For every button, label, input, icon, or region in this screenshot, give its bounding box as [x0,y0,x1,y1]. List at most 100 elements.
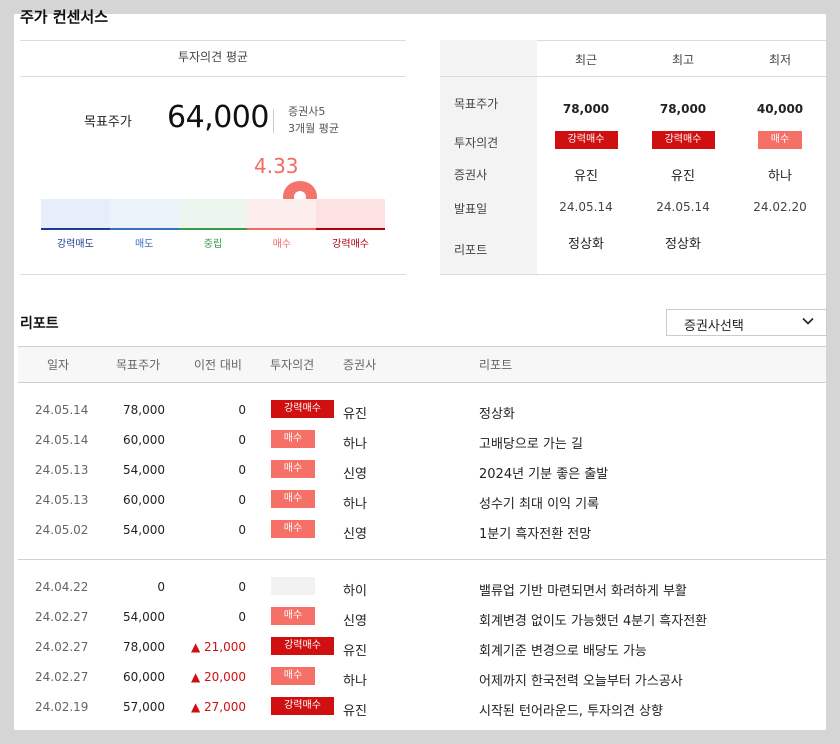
col-header-target: 목표주가 [116,358,161,372]
report-opinion: 매수 [271,667,315,685]
reports-title: 리포트 [20,316,59,332]
scale-label: 중립 [203,239,223,250]
report-row[interactable]: 24.05.14 60,000 0 매수 하나 고배당으로 가는 길 [18,426,826,456]
report-date: 24.05.14 [35,403,89,417]
broker-select[interactable]: 증권사선택 [666,309,827,336]
report-diff: 0 [238,523,246,537]
report-firm: 유진 [343,704,367,719]
report-title-link[interactable]: 회계변경 없이도 가능했던 4분기 흑자전환 [479,610,707,629]
col-header-firm: 증권사 [343,358,377,372]
opinion-badge: 매수 [271,520,315,538]
report-title-link[interactable]: 1분기 흑자전환 전망 [479,523,591,542]
report-target-price: 57,000 [123,700,165,714]
report-date: 24.05.13 [35,463,89,477]
report-target-price: 60,000 [123,493,165,507]
recent-firm: 하나 [768,169,792,184]
report-diff: ▲ 27,000 [190,700,246,714]
report-opinion: 강력매수 [271,697,334,715]
scale-label: 강력매도 [56,239,94,250]
report-date: 24.05.13 [35,493,89,507]
report-row[interactable]: 24.02.19 57,000 ▲ 27,000 강력매수 유진 시작된 턴어라운드, 투… [18,693,826,723]
report-firm: 하이 [343,584,367,599]
report-row[interactable]: 24.05.14 78,000 0 강력매수 유진 정상화 [18,396,826,426]
report-row[interactable]: 24.05.02 54,000 0 매수 신영 1분기 흑자전환 전망 [18,516,826,546]
recent-col-latest: 최근 [574,53,598,67]
recent-opinion-cell: 강력매수 [546,131,626,149]
report-opinion: 매수 [271,520,315,538]
recent-date: 24.05.14 [656,200,710,214]
report-diff: 0 [238,433,246,447]
opinion-score: 4.33 [254,154,299,178]
recent-opinion-cell: 매수 [740,131,820,149]
report-opinion: 매수 [271,607,315,625]
scale-segment [178,199,248,230]
report-title-link[interactable]: 밸류업 기반 마련되면서 화려하게 부활 [479,580,687,599]
recent-firm: 유진 [574,169,598,184]
opinion-badge: 매수 [271,490,315,508]
recent-label-date: 발표일 [454,202,488,216]
divider [18,346,826,347]
opinion-badge: 매수 [271,460,315,478]
recent-date: 24.02.20 [753,200,807,214]
recent-label-target: 목표주가 [454,97,499,111]
average-period: 3개월 평균 [288,122,339,135]
report-diff: 0 [238,463,246,477]
report-firm: 하나 [343,437,367,452]
scale-label: 강력매수 [332,239,369,250]
opinion-badge: 강력매수 [271,637,334,655]
recent-date: 24.05.14 [559,200,613,214]
report-target-price: 0 [157,580,165,594]
report-diff: ▲ 21,000 [190,640,246,654]
report-target-price: 54,000 [123,463,165,477]
chevron-down-icon [801,314,815,332]
col-header-report: 리포트 [479,358,513,372]
recent-report-link[interactable]: 정상화 [643,233,723,252]
recent-price: 40,000 [756,102,804,116]
report-row[interactable]: 24.02.27 60,000 ▲ 20,000 매수 하나 어제까지 한국전력 오늘부터… [18,663,826,693]
scale-segment [41,199,110,230]
recent-price: 78,000 [562,102,610,116]
opinion-average-heading: 투자의견 평균 [177,50,249,64]
scale-segment [247,199,317,230]
divider [20,274,406,275]
report-target-price: 60,000 [123,433,165,447]
recent-report-link[interactable]: 정상화 [546,233,626,252]
report-row[interactable]: 24.05.13 54,000 0 매수 신영 2024년 기분 좋은 출발 [18,456,826,486]
report-title-link[interactable]: 어제까지 한국전력 오늘부터 가스공사 [479,670,683,689]
opinion-badge-empty [271,577,315,595]
report-title-link[interactable]: 시작된 턴어라운드, 투자의견 상향 [479,700,663,719]
group-divider [18,559,826,560]
target-price-value: 64,000 [167,100,269,135]
report-target-price: 54,000 [123,610,165,624]
report-firm: 하나 [343,497,367,512]
divider [20,76,406,77]
report-date: 24.02.27 [35,610,89,624]
report-title-link[interactable]: 성수기 최대 이익 기록 [479,493,599,512]
recent-firm: 유진 [671,169,695,184]
opinion-badge: 매수 [271,607,315,625]
report-row[interactable]: 24.02.27 54,000 0 매수 신영 회계변경 없이도 가능했던 4분기 흑자전… [18,603,826,633]
report-date: 24.02.19 [35,700,89,714]
report-target-price: 60,000 [123,670,165,684]
report-date: 24.05.02 [35,523,89,537]
report-title-link[interactable]: 고배당으로 가는 길 [479,433,583,452]
report-diff: 0 [238,403,246,417]
report-title-link[interactable]: 정상화 [479,403,515,422]
report-title-link[interactable]: 회계기준 변경으로 배당도 가능 [479,640,647,659]
divider [20,40,406,41]
report-date: 24.04.22 [35,580,89,594]
target-price-label: 목표주가 [84,115,132,130]
recent-opinion-cell: 강력매수 [643,131,723,149]
report-row[interactable]: 24.05.13 60,000 0 매수 하나 성수기 최대 이익 기록 [18,486,826,516]
report-row[interactable]: 24.04.22 0 0 하이 밸류업 기반 마련되면서 화려하게 부활 [18,573,826,603]
col-header-diff: 이전 대비 [194,358,242,372]
report-title-link[interactable]: 2024년 기분 좋은 출발 [479,463,608,482]
scale-segment [109,199,179,230]
report-diff: 0 [238,493,246,507]
scale-segment [316,199,385,230]
report-row[interactable]: 24.02.27 78,000 ▲ 21,000 강력매수 유진 회계기준 변경으로 배당… [18,633,826,663]
opinion-scale-bar [41,199,385,230]
recent-col-lowest: 최저 [768,53,792,67]
report-firm: 유진 [343,407,367,422]
opinion-scale-labels: 강력매도 매도 중립 매수 강력매수 [41,235,385,250]
